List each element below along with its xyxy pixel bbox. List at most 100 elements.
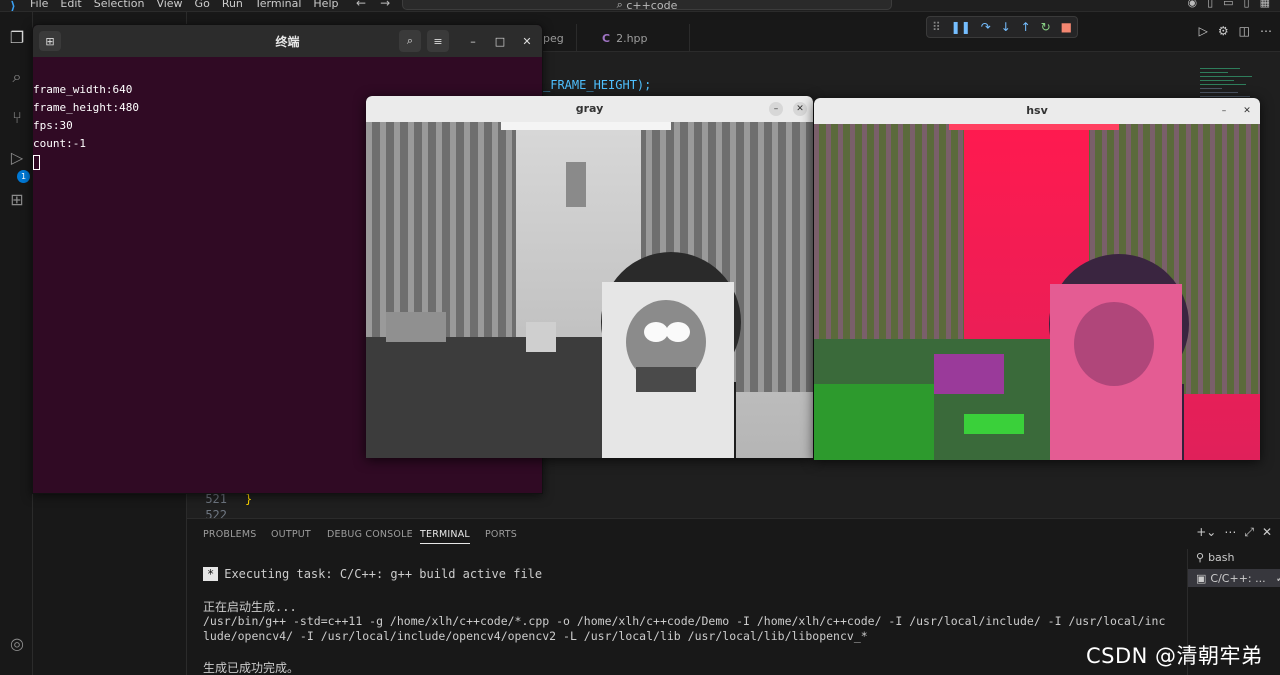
forward-arrow-icon[interactable]: →	[380, 0, 404, 10]
extensions-icon[interactable]: ⊞	[6, 188, 28, 210]
source-control-icon[interactable]: ⑂	[6, 106, 28, 128]
close-icon[interactable]: ✕	[793, 102, 807, 116]
vscode-logo-icon: ⟩	[10, 0, 16, 12]
settings-gear-icon[interactable]: ⚙	[1218, 24, 1229, 38]
back-arrow-icon[interactable]: ←	[356, 0, 380, 10]
restart-icon[interactable]: ↻	[1041, 20, 1051, 34]
minimize-icon[interactable]: –	[1217, 104, 1231, 118]
hsv-window-title: hsv	[1026, 104, 1048, 117]
menu-run[interactable]: Run	[216, 0, 249, 9]
terminal-cmd-line2: lude/opencv4/ -I /usr/local/include/open…	[203, 629, 868, 643]
tab-label: 2.hpp	[616, 31, 648, 45]
menu-view[interactable]: View	[150, 0, 188, 9]
split-editor-icon[interactable]: ◫	[1239, 24, 1250, 38]
editor-actions: ▷ ⚙ ◫ ⋯	[1199, 24, 1272, 38]
customize-layout-icon[interactable]: ▦	[1260, 0, 1270, 9]
terminal-item-bash[interactable]: ⚲ bash	[1196, 551, 1235, 564]
panel-actions: +⌄ ⋯ ⤢ ✕	[1196, 525, 1272, 540]
toggle-sidebar-icon[interactable]: ▯	[1207, 0, 1213, 9]
stop-icon[interactable]: ■	[1061, 20, 1072, 34]
tab-terminal[interactable]: TERMINAL	[420, 529, 470, 544]
cpp-file-icon: C	[602, 31, 611, 45]
new-terminal-icon[interactable]: +⌄	[1196, 525, 1216, 540]
more-actions-icon[interactable]: ⋯	[1260, 24, 1272, 38]
debug-badge: 1	[17, 170, 30, 183]
minimap-line	[1200, 68, 1240, 69]
terminal-header[interactable]: ⊞ 终端 ⌕ ≡ – □ ✕	[33, 25, 542, 57]
command-center-search[interactable]: ⌕ c++code	[402, 0, 892, 12]
gray-window[interactable]: gray – ✕	[366, 96, 813, 458]
hsv-window-header[interactable]: hsv – ✕	[814, 98, 1260, 124]
terminal-item-label: C/C++: ...	[1210, 571, 1266, 585]
more-actions-icon[interactable]: ⋯	[1224, 525, 1236, 540]
close-icon[interactable]: ✕	[1240, 104, 1254, 118]
hamburger-menu-icon[interactable]: ≡	[427, 30, 449, 52]
search-icon: ⌕	[616, 0, 627, 11]
minimap-line	[1200, 72, 1228, 73]
files-icon[interactable]: ❐	[6, 26, 28, 48]
terminal-starting: 正在启动生成...	[203, 600, 297, 614]
minimap-line	[1200, 88, 1222, 89]
menu-go[interactable]: Go	[189, 0, 216, 9]
toggle-panel-icon[interactable]: ▭	[1223, 0, 1233, 9]
step-over-icon[interactable]: ↷	[981, 20, 991, 34]
terminal-cursor	[33, 154, 40, 170]
desktop: ⟩ File Edit Selection View Go Run Termin…	[0, 0, 1280, 675]
search-icon[interactable]: ⌕	[399, 30, 421, 52]
run-debug-icon[interactable]: ▷	[6, 146, 28, 168]
debug-toolbar: ⠿ ❚❚ ↷ ↓ ↑ ↻ ■	[926, 16, 1078, 38]
drag-handle-icon[interactable]: ⠿	[932, 20, 941, 34]
task-terminal-icon: ▣	[1196, 571, 1207, 585]
terminal-done: 生成已成功完成。	[203, 661, 300, 675]
menu-terminal[interactable]: Terminal	[249, 0, 308, 9]
close-icon[interactable]: ✕	[519, 33, 535, 49]
vscode-titlebar: ⟩ File Edit Selection View Go Run Termin…	[0, 0, 1280, 12]
minimap-line	[1200, 80, 1234, 81]
check-icon: ✓	[1276, 572, 1280, 585]
line-number: 521	[205, 492, 227, 506]
maximize-icon[interactable]: □	[492, 33, 508, 49]
nav-arrows: ←→	[356, 0, 404, 10]
run-icon[interactable]: ▷	[1199, 24, 1208, 38]
hsv-image	[814, 124, 1260, 460]
tab-problems[interactable]: PROBLEMS	[203, 529, 256, 540]
terminal-item-label: bash	[1208, 551, 1235, 564]
menu-edit[interactable]: Edit	[54, 0, 87, 9]
step-out-icon[interactable]: ↑	[1021, 20, 1031, 34]
copilot-icon[interactable]: ◉	[1187, 0, 1197, 9]
gray-window-title: gray	[575, 102, 604, 115]
tab-debug-console[interactable]: DEBUG CONSOLE	[327, 529, 413, 540]
menu-help[interactable]: Help	[307, 0, 344, 9]
csdn-watermark: CSDN @清朝牢弟	[1086, 644, 1263, 668]
menu-file[interactable]: File	[24, 0, 54, 9]
minimap-line	[1200, 84, 1246, 85]
layout-controls: ◉ ▯ ▭ ▯ ▦	[1187, 0, 1270, 9]
minimize-icon[interactable]: –	[465, 33, 481, 49]
hsv-window[interactable]: hsv – ✕	[814, 98, 1260, 460]
maximize-panel-icon[interactable]: ⤢	[1244, 525, 1254, 540]
tab-label: peg	[543, 31, 564, 45]
tab-2hpp[interactable]: C 2.hpp	[590, 24, 690, 52]
code-fragment: _FRAME_HEIGHT);	[543, 78, 652, 92]
gray-image	[366, 122, 813, 458]
terminal-cmd-line1: /usr/bin/g++ -std=c++11 -g /home/xlh/c++…	[203, 614, 1166, 628]
tab-ports[interactable]: PORTS	[485, 529, 517, 540]
toggle-secondary-sidebar-icon[interactable]: ▯	[1244, 0, 1250, 9]
search-icon[interactable]: ⌕	[6, 66, 28, 88]
minimize-icon[interactable]: –	[769, 102, 783, 116]
minimap-line	[1200, 76, 1252, 77]
task-marker: *	[203, 567, 219, 581]
pause-icon[interactable]: ❚❚	[951, 20, 971, 34]
tab-output[interactable]: OUTPUT	[271, 529, 311, 540]
bash-terminal-icon: ⚲	[1196, 551, 1205, 564]
workspace-name: c++code	[626, 0, 678, 12]
hsv-camera-frame	[814, 124, 1260, 460]
step-into-icon[interactable]: ↓	[1001, 20, 1011, 34]
terminal-item-cpp[interactable]: ▣C/C++: ... ✓	[1188, 569, 1280, 587]
gray-camera-frame	[366, 122, 813, 458]
task-text: Executing task: C/C++: g++ build active …	[224, 567, 543, 581]
account-icon[interactable]: ◎	[6, 632, 28, 654]
close-panel-icon[interactable]: ✕	[1262, 525, 1272, 540]
gray-window-header[interactable]: gray – ✕	[366, 96, 813, 122]
menu-selection[interactable]: Selection	[88, 0, 151, 9]
